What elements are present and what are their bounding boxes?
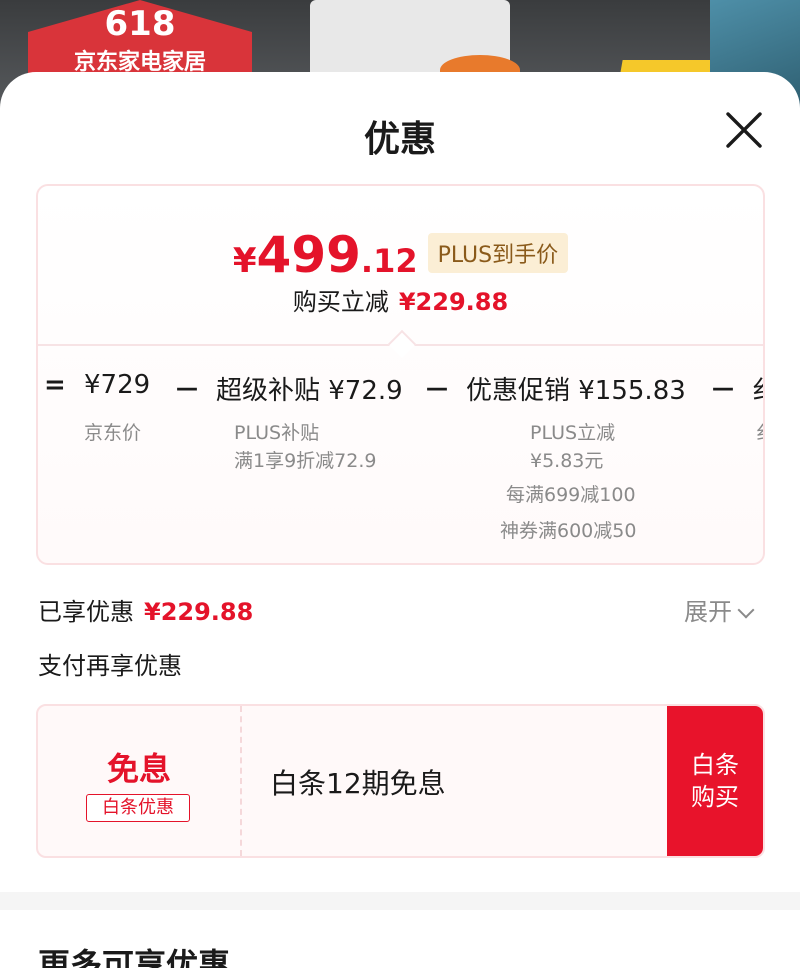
minus-sign: － xyxy=(424,376,451,406)
plus-reduce-amount: ¥5.83元 xyxy=(530,450,604,472)
chevron-down-icon xyxy=(737,601,755,619)
truncated-item: 纟 xyxy=(752,370,763,407)
jd-price: ¥729 xyxy=(84,370,151,400)
baitiao-offer-card[interactable]: 免息 白条优惠 白条12期免息 白条 购买 xyxy=(36,704,765,858)
final-price-line: ¥499.12 PLUS到手价 xyxy=(38,226,763,284)
promo-rule-2: 神券满600减50 xyxy=(500,520,637,542)
currency-symbol: ¥ xyxy=(232,241,257,281)
plus-subsidy-label: PLUS补贴 xyxy=(234,422,320,444)
pay-more-title: 支付再享优惠 xyxy=(38,652,182,680)
plus-subsidy-detail: 满1享9折减72.9 xyxy=(234,450,377,472)
interest-free-label: 免息 xyxy=(106,750,171,788)
section-divider xyxy=(0,892,800,910)
discount-sheet: 优惠 ¥499.12 PLUS到手价 购买立减 ¥229.88 = ¥729 － 超… xyxy=(0,72,800,968)
baitiao-buy-label-line2: 购买 xyxy=(691,783,739,811)
price-breakdown-card: ¥499.12 PLUS到手价 购买立减 ¥229.88 = ¥729 － 超级补贴… xyxy=(36,184,765,565)
expand-label: 展开 xyxy=(684,598,732,626)
super-subsidy: 超级补贴 ¥72.9 xyxy=(216,376,403,406)
more-offers-title: 更多可享优惠 xyxy=(38,946,231,968)
instant-reduce-line: 购买立减 ¥229.88 xyxy=(38,282,763,317)
close-button[interactable] xyxy=(722,108,766,152)
plus-price-tag: PLUS到手价 xyxy=(427,233,569,273)
minus-sign: － xyxy=(174,376,201,406)
promo-badge-number: 618 xyxy=(104,4,176,44)
enjoyed-discount: 已享优惠 ¥229.88 xyxy=(38,592,253,627)
sheet-title: 优惠 xyxy=(363,119,436,160)
final-price-integer: 499 xyxy=(256,226,361,284)
baitiao-offer-description: 白条12期免息 xyxy=(270,767,446,800)
pointer-arrow xyxy=(387,329,417,359)
close-icon xyxy=(726,112,762,148)
baitiao-buy-label-line1: 白条 xyxy=(691,751,739,779)
plus-reduce-label: PLUS立减 xyxy=(530,422,616,444)
promo-discount: 优惠促销 ¥155.83 xyxy=(466,376,686,406)
enjoyed-label: 已享优惠 xyxy=(38,598,134,626)
final-price-decimal: .12 xyxy=(360,242,418,280)
promo-rule-1: 每满699减100 xyxy=(506,484,636,506)
instant-reduce-amount: ¥229.88 xyxy=(398,288,509,316)
instant-reduce-label: 购买立减 xyxy=(292,288,389,316)
promo-badge: 618 京东家电家居 xyxy=(28,0,252,80)
enjoyed-amount: ¥229.88 xyxy=(144,598,254,626)
truncated-note: 纟 xyxy=(756,418,763,445)
equals-sign: = xyxy=(44,370,66,400)
jd-price-label: 京东价 xyxy=(84,422,142,444)
baitiao-discount-tag: 白条优惠 xyxy=(86,794,190,822)
baitiao-buy-button[interactable]: 白条 购买 xyxy=(667,706,763,856)
expand-button[interactable]: 展开 xyxy=(684,592,755,627)
final-price: ¥499.12 xyxy=(233,226,418,284)
minus-sign: － xyxy=(710,376,737,406)
baitiao-offer-badge: 免息 白条优惠 xyxy=(38,706,242,856)
